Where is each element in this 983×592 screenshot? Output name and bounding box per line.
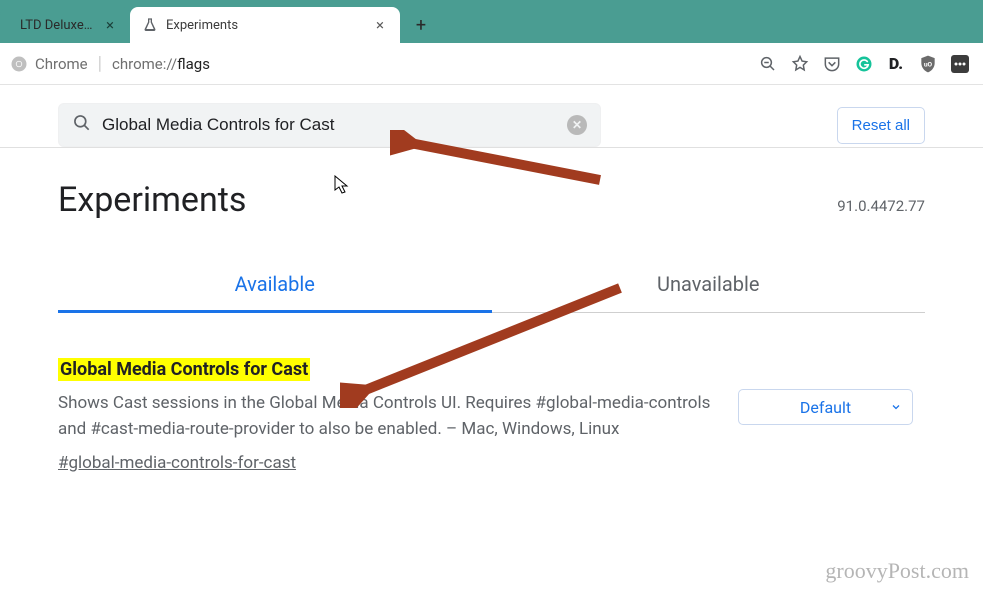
separator: | [98, 53, 102, 74]
reset-all-button[interactable]: Reset all [837, 107, 925, 144]
tab-title: Experiments [166, 18, 364, 33]
flask-icon [142, 17, 158, 33]
flag-state-value: Default [800, 398, 851, 417]
chrome-version: 91.0.4472.77 [837, 197, 925, 215]
address-bar: Chrome | chrome://flags D. uO [0, 43, 983, 85]
flag-title: Global Media Controls for Cast [58, 358, 310, 381]
chrome-icon [10, 55, 28, 73]
main-content: Experiments 91.0.4472.77 Available Unava… [0, 148, 983, 473]
flag-search-box[interactable]: ✕ [58, 103, 601, 147]
flag-tabs: Available Unavailable [58, 258, 925, 313]
search-icon [72, 113, 92, 137]
new-tab-button[interactable]: + [406, 10, 436, 40]
clear-search-icon[interactable]: ✕ [567, 115, 587, 135]
chrome-label: Chrome [35, 55, 88, 73]
pocket-icon[interactable] [819, 51, 845, 77]
search-panel: ✕ Reset all [0, 85, 983, 148]
zoom-out-icon[interactable] [755, 51, 781, 77]
flag-search-input[interactable] [102, 115, 567, 135]
browser-tab-active[interactable]: Experiments × [130, 7, 400, 43]
tab-title: LTD Deluxe EC [20, 18, 94, 33]
bookmark-star-icon[interactable] [787, 51, 813, 77]
extension-menu-icon[interactable] [947, 51, 973, 77]
url-scheme: chrome:// [112, 55, 177, 73]
browser-tab-strip: LTD Deluxe EC × Experiments × + [0, 0, 983, 43]
watermark: groovyPost.com [825, 558, 969, 584]
url-path: flags [177, 55, 210, 73]
tab-unavailable[interactable]: Unavailable [492, 258, 926, 312]
flag-entry: Global Media Controls for Cast Shows Cas… [58, 359, 925, 473]
extension-d-icon[interactable]: D. [883, 51, 909, 77]
flag-state-select[interactable]: Default [738, 389, 913, 425]
flag-anchor-link[interactable]: #global-media-controls-for-cast [58, 453, 718, 473]
ublock-icon[interactable]: uO [915, 51, 941, 77]
flag-description: Shows Cast sessions in the Global Media … [58, 390, 718, 443]
omnibox[interactable]: chrome://flags [112, 54, 210, 73]
chevron-down-icon [890, 398, 902, 417]
close-icon[interactable]: × [102, 17, 118, 33]
svg-text:uO: uO [924, 60, 933, 68]
close-icon[interactable]: × [372, 17, 388, 33]
browser-tab-inactive[interactable]: LTD Deluxe EC × [0, 7, 130, 43]
page-title: Experiments [58, 180, 246, 220]
grammarly-icon[interactable] [851, 51, 877, 77]
tab-available[interactable]: Available [58, 258, 492, 313]
